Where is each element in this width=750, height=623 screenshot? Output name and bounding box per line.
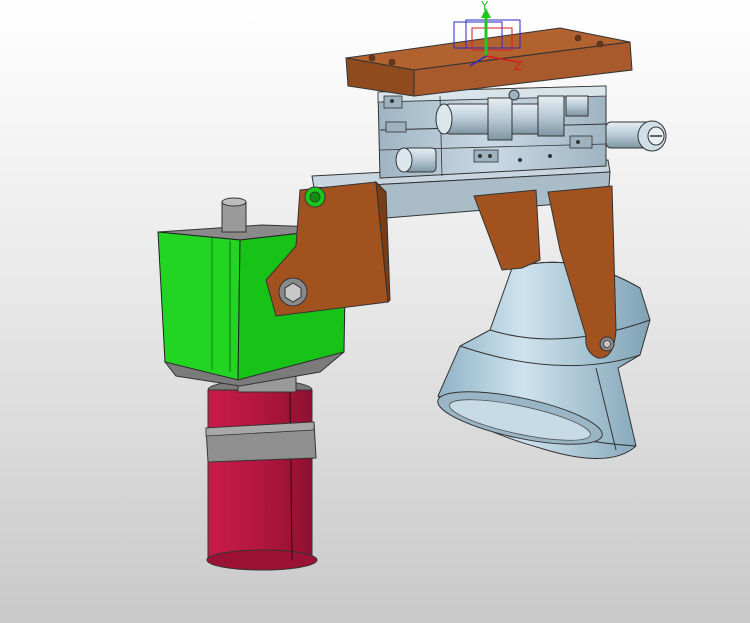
lens-cone[interactable] [434, 261, 651, 459]
z-axis-label: Z [514, 59, 522, 73]
micrometer-y[interactable] [605, 120, 667, 152]
micrometer-side[interactable] [395, 147, 437, 173]
cad-viewport[interactable]: Y Z [0, 0, 750, 623]
motor[interactable] [206, 379, 318, 571]
motor-clamp[interactable] [205, 421, 317, 463]
y-axis-label: Y [480, 0, 489, 13]
mounting-plate[interactable] [345, 27, 633, 97]
gearbox-shaft [221, 197, 247, 233]
cad-model-scene[interactable]: Y Z [0, 0, 750, 623]
